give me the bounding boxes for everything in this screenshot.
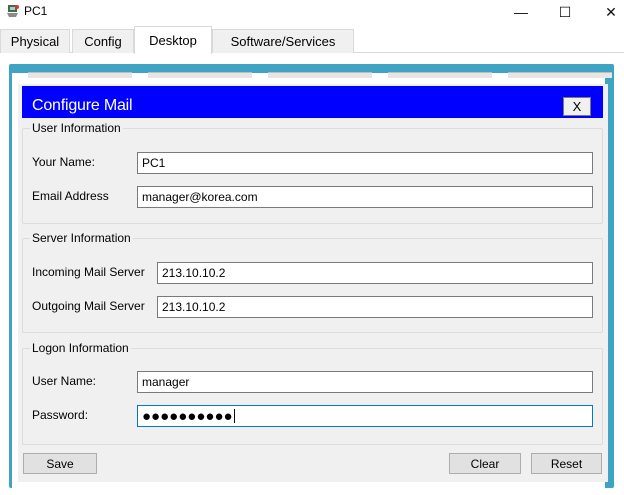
maximize-button[interactable]: ☐ (542, 0, 588, 24)
desktop-app-tile (508, 72, 612, 78)
incoming-mail-server-label: Incoming Mail Server (32, 265, 145, 279)
outgoing-mail-server-field[interactable]: 213.10.10.2 (157, 296, 593, 318)
minimize-icon: — (514, 4, 528, 20)
logon-information-heading: Logon Information (30, 341, 131, 355)
panel-close-button[interactable]: X (563, 97, 591, 116)
desktop-app-tile (268, 72, 372, 78)
desktop-app-tile (28, 72, 132, 78)
panel-title: Configure Mail (32, 97, 133, 114)
tab-physical[interactable]: Physical (0, 29, 70, 53)
tab-strip: Physical Config Desktop Software/Service… (0, 26, 624, 54)
close-icon: ✕ (605, 3, 617, 20)
desktop-app-tile (148, 72, 252, 78)
reset-button[interactable]: Reset (531, 453, 602, 474)
window-title: PC1 (24, 4, 48, 18)
maximize-icon: ☐ (558, 3, 572, 20)
save-button[interactable]: Save (23, 453, 97, 474)
text-caret (233, 409, 235, 423)
logon-information-group (22, 348, 603, 445)
password-label: Password: (32, 408, 89, 422)
incoming-mail-server-field[interactable]: 213.10.10.2 (157, 262, 593, 284)
your-name-label: Your Name: (32, 155, 95, 169)
pc-app-icon (7, 5, 19, 17)
email-address-field[interactable]: manager@korea.com (137, 186, 593, 208)
desktop-app-tile (388, 72, 492, 78)
tab-software-services[interactable]: Software/Services (212, 29, 354, 53)
password-mask: ●●●●●●●●●● (142, 408, 233, 425)
password-field[interactable]: ●●●●●●●●●● (137, 405, 593, 427)
user-information-heading: User Information (30, 121, 123, 135)
user-information-group (22, 128, 603, 224)
minimize-button[interactable]: — (498, 0, 544, 24)
title-bar: PC1 — ☐ ✕ (0, 0, 624, 24)
tab-desktop[interactable]: Desktop (134, 26, 212, 54)
your-name-field[interactable]: PC1 (137, 152, 593, 174)
server-information-heading: Server Information (30, 231, 133, 245)
user-name-label: User Name: (32, 374, 97, 388)
tab-config[interactable]: Config (72, 29, 134, 53)
outgoing-mail-server-label: Outgoing Mail Server (32, 299, 145, 313)
clear-button[interactable]: Clear (449, 453, 521, 474)
user-name-field[interactable]: manager (137, 371, 593, 393)
email-address-label: Email Address (32, 189, 109, 203)
server-information-group (22, 238, 603, 333)
close-x-icon: X (572, 99, 582, 114)
close-window-button[interactable]: ✕ (588, 0, 624, 24)
